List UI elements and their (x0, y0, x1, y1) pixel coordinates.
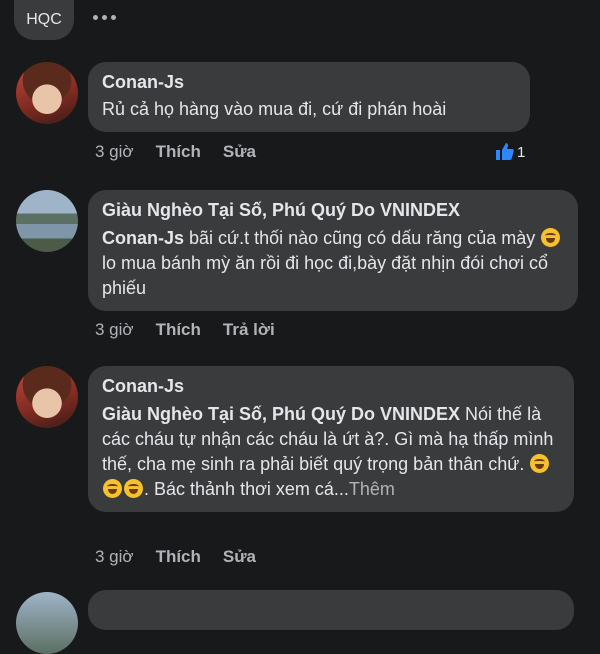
edit-button[interactable]: Sửa (223, 547, 256, 567)
like-button[interactable]: Thích (156, 320, 201, 340)
mention-link[interactable]: Giàu Nghèo Tại Số, Phú Quý Do VNINDEX (102, 404, 460, 424)
edit-button[interactable]: Sửa (223, 142, 256, 162)
comment-text: Giàu Nghèo Tại Số, Phú Quý Do VNINDEX Nó… (102, 402, 560, 502)
comment-bubble[interactable]: Giàu Nghèo Tại Số, Phú Quý Do VNINDEX Co… (88, 190, 578, 311)
comment-actions: 3 giờ Thích Trả lời (95, 320, 275, 340)
like-count: 1 (517, 143, 526, 161)
comment-author[interactable]: Conan-Js (102, 375, 560, 397)
laughing-emoji-icon (541, 228, 561, 247)
comment-time[interactable]: 3 giờ (95, 320, 134, 340)
reply-button[interactable]: Trả lời (223, 320, 275, 340)
avatar[interactable] (16, 366, 78, 428)
comment-text: Rủ cả họ hàng vào mua đi, cứ đi phán hoà… (102, 99, 447, 119)
comment-actions: 3 giờ Thích Sửa (95, 547, 256, 567)
comment-actions: 3 giờ Thích Sửa (95, 142, 256, 162)
comment-author[interactable]: Giàu Nghèo Tại Số, Phú Quý Do VNINDEX (102, 199, 564, 221)
comment-bubble[interactable] (88, 590, 574, 630)
comment-bubble[interactable]: Conan-Js Rủ cả họ hàng vào mua đi, cứ đi… (88, 62, 530, 132)
comment-text-part: bãi cứ.t thối nào cũng có dấu răng của m… (184, 228, 541, 248)
comment-author[interactable]: Conan-Js (102, 71, 516, 93)
comment-text-part: lo mua bánh mỳ ăn rồi đi học đi,bày đặt … (102, 253, 549, 298)
reaction-count[interactable]: 1 (495, 142, 525, 162)
more-horizontal-icon[interactable] (88, 5, 120, 29)
comment-bubble[interactable]: Conan-Js Giàu Nghèo Tại Số, Phú Quý Do V… (88, 366, 574, 512)
filter-chip[interactable]: HQC (14, 0, 74, 40)
like-button[interactable]: Thích (156, 547, 201, 567)
see-more-link[interactable]: Thêm (349, 479, 395, 499)
avatar[interactable] (16, 592, 78, 654)
comment-time[interactable]: 3 giờ (95, 142, 134, 162)
mention-link[interactable]: Conan-Js (102, 228, 184, 248)
laughing-emoji-icon (530, 454, 550, 473)
comment-text-part: . Bác thảnh thơi xem cá... (144, 479, 349, 499)
laughing-emoji-icon (103, 479, 122, 498)
avatar[interactable] (16, 190, 78, 252)
like-button[interactable]: Thích (156, 142, 201, 162)
comment-time[interactable]: 3 giờ (95, 547, 134, 567)
comment-text: Conan-Js bãi cứ.t thối nào cũng có dấu r… (102, 226, 564, 301)
laughing-emoji-icon (124, 479, 143, 498)
avatar[interactable] (16, 62, 78, 124)
thumbs-up-icon (496, 143, 514, 160)
